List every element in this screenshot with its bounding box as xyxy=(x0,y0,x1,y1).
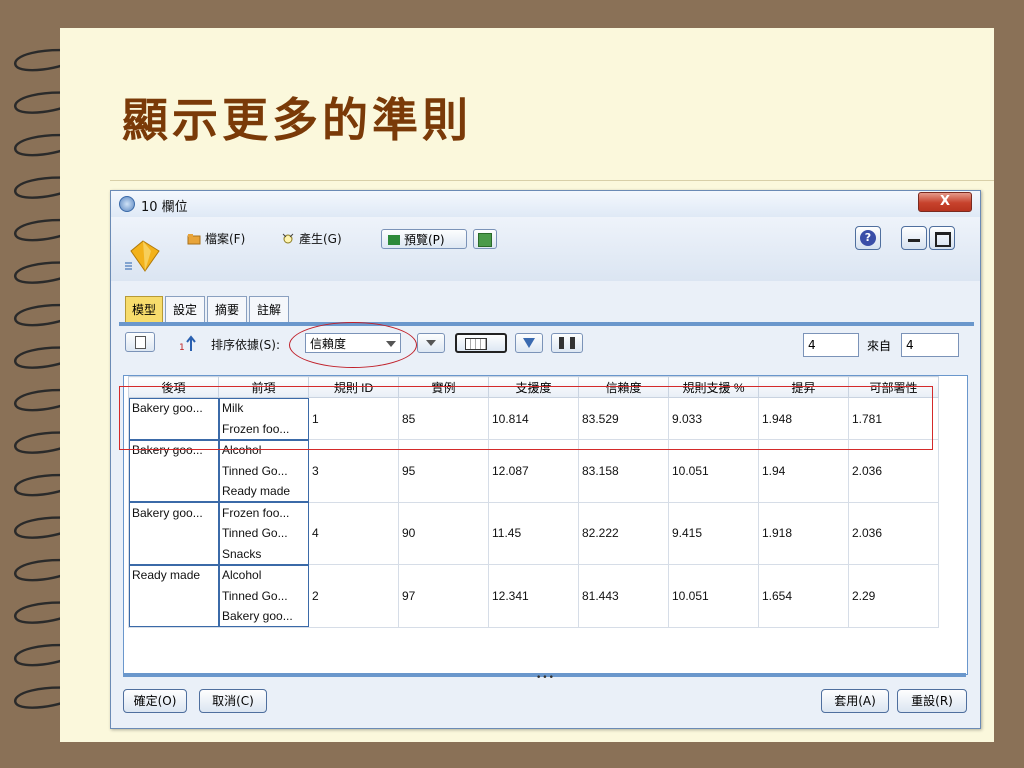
generate-icon xyxy=(282,233,294,244)
reset-button[interactable]: 重設(R) xyxy=(897,689,967,713)
instances-cell: 90 xyxy=(398,501,489,565)
instances-cell: 97 xyxy=(398,564,489,628)
export-button[interactable] xyxy=(473,229,497,249)
model-window: 10 欄位 X 檔案(F) 產生(G) 預覽(P) ? 模型 設定 摘要 註解 … xyxy=(110,190,981,729)
tab-annotations[interactable]: 註解 xyxy=(249,296,289,322)
menu-generate[interactable]: 產生(G) xyxy=(281,230,342,248)
antecedent-item: Frozen foo... xyxy=(222,505,290,520)
help-button[interactable]: ? xyxy=(855,226,881,250)
copy-icon xyxy=(134,336,146,349)
find-button[interactable] xyxy=(551,333,583,353)
cancel-button[interactable]: 取消(C) xyxy=(199,689,267,713)
close-button[interactable]: X xyxy=(918,192,972,212)
copy-button[interactable] xyxy=(125,332,155,352)
menu-generate-label: 產生(G) xyxy=(299,232,342,246)
consequent-cell[interactable]: Ready made xyxy=(128,564,219,628)
rule-support-cell: 9.415 xyxy=(668,501,759,565)
model-toolbar: 1 排序依據(S): 信賴度 4 來自 4 xyxy=(119,322,974,368)
minimize-icon xyxy=(908,239,920,242)
preview-icon xyxy=(388,235,400,245)
antecedent-item: Tinned Go... xyxy=(222,463,288,478)
sort-label: 排序依據(S): xyxy=(211,338,281,352)
tab-underline xyxy=(119,322,974,326)
support-cell: 12.341 xyxy=(488,564,579,628)
splitter-grip-icon[interactable]: ••• xyxy=(536,673,555,683)
antecedent-item: Tinned Go... xyxy=(222,588,288,603)
total-count-input[interactable]: 4 xyxy=(901,333,959,357)
menu-bar: 檔案(F) 產生(G) 預覽(P) ? xyxy=(111,217,980,281)
menu-file[interactable]: 檔案(F) xyxy=(187,230,245,248)
confidence-cell: 82.222 xyxy=(578,501,669,565)
antecedent-cell[interactable]: Frozen foo... Tinned Go... Snacks xyxy=(218,501,309,565)
title-divider xyxy=(110,180,994,181)
columns-icon xyxy=(465,338,487,350)
show-count-input[interactable]: 4 xyxy=(803,333,859,357)
confidence-cell: 81.443 xyxy=(578,564,669,628)
lift-cell: 1.654 xyxy=(758,564,849,628)
from-label: 來自 xyxy=(867,339,892,353)
filter-icon xyxy=(523,338,535,348)
sort-order-icon[interactable]: 1 xyxy=(179,334,201,354)
window-title: 10 欄位 xyxy=(141,200,188,215)
folder-icon xyxy=(187,234,201,245)
model-diamond-icon xyxy=(125,240,160,272)
antecedent-item: Ready made xyxy=(222,484,291,498)
rule-id-cell: 2 xyxy=(308,564,399,628)
table-row[interactable]: Bakery goo... Frozen foo... Tinned Go... S… xyxy=(128,501,939,565)
deployability-cell: 2.29 xyxy=(848,564,939,628)
consequent-cell[interactable]: Bakery goo... xyxy=(128,501,219,565)
highlight-rectangle xyxy=(119,386,933,450)
help-icon: ? xyxy=(860,230,876,246)
ok-button[interactable]: 確定(O) xyxy=(123,689,187,713)
window-icon xyxy=(119,196,135,212)
preview-button[interactable]: 預覽(P) xyxy=(381,229,467,249)
slide-title: 顯示更多的準則 xyxy=(122,93,472,147)
maximize-icon xyxy=(935,232,951,247)
antecedent-item: Alcohol xyxy=(222,568,262,582)
sort-direction-button[interactable] xyxy=(417,333,445,353)
rule-support-cell: 10.051 xyxy=(668,564,759,628)
antecedent-cell[interactable]: Alcohol Tinned Go... Bakery goo... xyxy=(218,564,309,628)
rule-id-cell: 4 xyxy=(308,501,399,565)
support-cell: 11.45 xyxy=(488,501,579,565)
table-row[interactable]: Ready made Alcohol Tinned Go... Bakery goo… xyxy=(128,564,939,628)
columns-button[interactable] xyxy=(455,333,507,353)
binoculars-icon xyxy=(559,337,575,349)
svg-text:1: 1 xyxy=(179,343,185,353)
antecedent-item: Bakery goo... xyxy=(222,609,293,623)
sort-direction-icon xyxy=(426,340,436,346)
window-titlebar[interactable]: 10 欄位 X xyxy=(111,191,980,217)
maximize-button[interactable] xyxy=(929,226,955,250)
tab-summary[interactable]: 摘要 xyxy=(207,296,247,322)
preview-label: 預覽(P) xyxy=(404,233,445,247)
tab-settings[interactable]: 設定 xyxy=(165,296,205,322)
antecedent-item: Tinned Go... xyxy=(222,526,288,540)
apply-button[interactable]: 套用(A) xyxy=(821,689,889,713)
minimize-button[interactable] xyxy=(901,226,927,250)
antecedent-item: Snacks xyxy=(222,546,262,561)
menu-file-label: 檔案(F) xyxy=(205,232,246,246)
highlight-ellipse xyxy=(289,322,417,368)
tab-model[interactable]: 模型 xyxy=(125,296,163,322)
export-icon xyxy=(478,233,492,247)
lift-cell: 1.918 xyxy=(758,501,849,565)
consequent-text: Ready made xyxy=(132,568,201,582)
consequent-text: Bakery goo... xyxy=(132,505,203,520)
filter-button[interactable] xyxy=(515,333,543,353)
deployability-cell: 2.036 xyxy=(848,501,939,565)
